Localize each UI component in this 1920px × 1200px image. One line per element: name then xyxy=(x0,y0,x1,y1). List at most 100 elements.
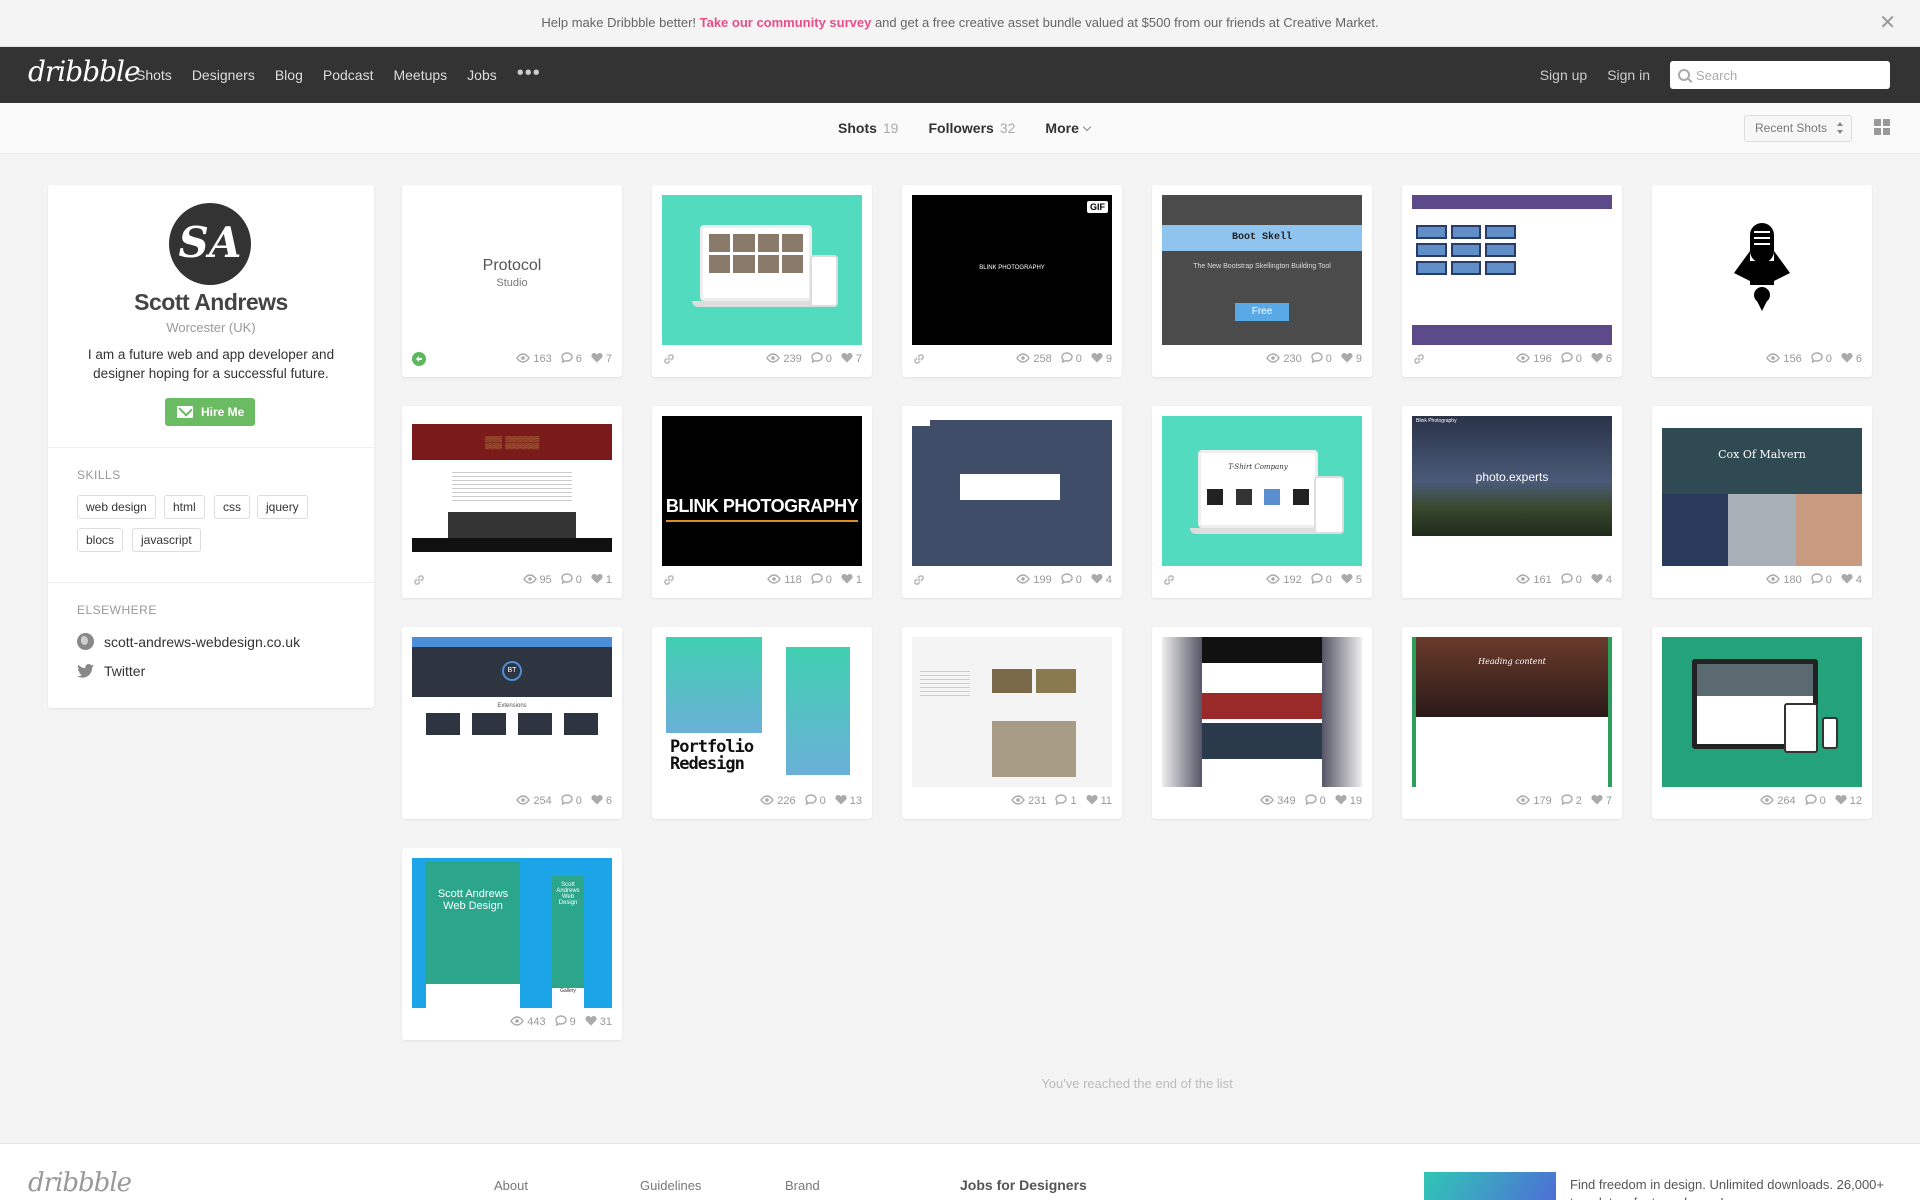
shot-card[interactable]: 199 0 4 xyxy=(902,406,1122,598)
shot-card[interactable]: BLINK PHOTOGRAPHY GIF 258 0 9 xyxy=(902,185,1122,377)
tab-shots[interactable]: Shots 19 xyxy=(838,120,898,136)
shot-thumbnail[interactable]: ▒▒ ▒▒▒▒ xyxy=(412,416,612,566)
nav-podcast[interactable]: Podcast xyxy=(323,67,374,83)
attachment-link-icon[interactable] xyxy=(1412,352,1426,366)
shot-card[interactable]: T-Shirt Company 192 0 5 xyxy=(1152,406,1372,598)
likes-stat[interactable]: 1 xyxy=(591,573,612,587)
attachment-link-icon[interactable] xyxy=(662,352,676,366)
comments-stat[interactable]: 0 xyxy=(1311,352,1332,366)
shot-card[interactable]: Portfolio Redesign 226 0 13 xyxy=(652,627,872,819)
likes-stat[interactable]: 6 xyxy=(1841,352,1862,366)
twitter-link[interactable]: Twitter xyxy=(77,663,145,679)
shot-card[interactable]: 349 0 19 xyxy=(1152,627,1372,819)
comments-stat[interactable]: 0 xyxy=(561,794,582,808)
comments-stat[interactable]: 0 xyxy=(811,352,832,366)
comments-stat[interactable]: 0 xyxy=(804,794,826,808)
shot-card[interactable]: Cox Of Malvern 180 0 4 xyxy=(1652,406,1872,598)
survey-link[interactable]: Take our community survey xyxy=(700,15,872,30)
ad-image[interactable] xyxy=(1424,1172,1556,1200)
comments-stat[interactable]: 0 xyxy=(1561,573,1582,587)
comments-stat[interactable]: 0 xyxy=(1561,352,1582,366)
comments-stat[interactable]: 0 xyxy=(561,573,582,587)
shot-thumbnail[interactable]: Protocol Studio xyxy=(412,195,612,345)
footer-guidelines[interactable]: Guidelines xyxy=(640,1178,701,1193)
shot-thumbnail[interactable]: Cox Of Malvern xyxy=(1662,416,1862,566)
comments-stat[interactable]: 0 xyxy=(811,573,832,587)
avatar[interactable]: SA xyxy=(169,203,251,285)
shot-card[interactable]: Protocol Studio 163 6 7 xyxy=(402,185,622,377)
nav-meetups[interactable]: Meetups xyxy=(393,67,447,83)
comments-stat[interactable]: 0 xyxy=(1811,352,1832,366)
comments-stat[interactable]: 0 xyxy=(1061,352,1082,366)
comments-stat[interactable]: 0 xyxy=(1804,794,1826,808)
shot-thumbnail[interactable] xyxy=(1412,195,1612,345)
search-input[interactable] xyxy=(1696,67,1886,83)
shot-card[interactable]: Scott Andrews Web Design Scott Andrews W… xyxy=(402,848,622,1040)
shot-card[interactable]: 196 0 6 xyxy=(1402,185,1622,377)
shot-thumbnail[interactable]: BLINK PHOTOGRAPHY xyxy=(662,416,862,566)
footer-about[interactable]: About xyxy=(494,1178,528,1193)
footer-logo[interactable]: dribbble xyxy=(28,1168,132,1198)
grid-view-icon[interactable] xyxy=(1874,119,1890,135)
likes-stat[interactable]: 6 xyxy=(1591,352,1612,366)
shot-thumbnail[interactable] xyxy=(912,416,1112,566)
website-link[interactable]: scott-andrews-webdesign.co.uk xyxy=(77,633,300,650)
comments-stat[interactable]: 6 xyxy=(561,352,582,366)
close-icon[interactable]: ✕ xyxy=(1879,0,1896,46)
attachment-link-icon[interactable] xyxy=(662,573,676,587)
comments-stat[interactable]: 0 xyxy=(1311,573,1332,587)
tab-followers[interactable]: Followers 32 xyxy=(928,120,1015,136)
shot-thumbnail[interactable] xyxy=(912,637,1112,787)
footer-brand[interactable]: Brand xyxy=(785,1178,820,1193)
likes-stat[interactable]: 7 xyxy=(841,352,862,366)
sign-up-link[interactable]: Sign up xyxy=(1540,67,1587,83)
footer-jobs[interactable]: Jobs for Designers xyxy=(960,1177,1087,1193)
shot-card[interactable]: BLINK PHOTOGRAPHY 118 0 1 xyxy=(652,406,872,598)
ad-text[interactable]: Find freedom in design. Unlimited downlo… xyxy=(1570,1176,1900,1200)
likes-stat[interactable]: 5 xyxy=(1341,573,1362,587)
shot-card[interactable]: Blink Photography photo.experts 161 0 4 xyxy=(1402,406,1622,598)
skill-tag[interactable]: jquery xyxy=(257,495,308,519)
likes-stat[interactable]: 9 xyxy=(1091,352,1112,366)
shot-thumbnail[interactable]: Portfolio Redesign xyxy=(662,637,862,787)
shot-card[interactable]: 264 0 12 xyxy=(1652,627,1872,819)
shot-card[interactable]: ▒▒ ▒▒▒▒ 95 0 1 xyxy=(402,406,622,598)
attachment-link-icon[interactable] xyxy=(412,573,426,587)
likes-stat[interactable]: 13 xyxy=(835,794,862,808)
skill-tag[interactable]: javascript xyxy=(132,528,201,552)
nav-blog[interactable]: Blog xyxy=(275,67,303,83)
shot-card[interactable]: Boot Skell The New Bootstrap Skellington… xyxy=(1152,185,1372,377)
sort-select[interactable]: Recent Shots xyxy=(1744,115,1852,142)
shot-thumbnail[interactable]: Blink Photography photo.experts xyxy=(1412,416,1612,566)
shot-thumbnail[interactable] xyxy=(1662,637,1862,787)
comments-stat[interactable]: 9 xyxy=(554,1015,576,1029)
attachment-link-icon[interactable] xyxy=(1162,573,1176,587)
likes-stat[interactable]: 11 xyxy=(1086,794,1112,808)
comments-stat[interactable]: 0 xyxy=(1811,573,1832,587)
shot-thumbnail[interactable]: Boot Skell The New Bootstrap Skellington… xyxy=(1162,195,1362,345)
comments-stat[interactable]: 1 xyxy=(1055,794,1077,808)
likes-stat[interactable]: 7 xyxy=(1591,794,1612,808)
likes-stat[interactable]: 9 xyxy=(1341,352,1362,366)
likes-stat[interactable]: 4 xyxy=(1841,573,1862,587)
comments-stat[interactable]: 2 xyxy=(1561,794,1582,808)
shot-thumbnail[interactable]: BLINK PHOTOGRAPHY GIF xyxy=(912,195,1112,345)
shot-card[interactable]: BT Extensions 254 0 6 xyxy=(402,627,622,819)
nav-shots[interactable]: Shots xyxy=(136,67,172,83)
shot-card[interactable]: 239 0 7 xyxy=(652,185,872,377)
skill-tag[interactable]: html xyxy=(164,495,205,519)
dribbble-logo[interactable]: dribbble xyxy=(28,55,141,88)
shot-thumbnail[interactable] xyxy=(662,195,862,345)
likes-stat[interactable]: 4 xyxy=(1091,573,1112,587)
skill-tag[interactable]: blocs xyxy=(77,528,124,552)
nav-designers[interactable]: Designers xyxy=(192,67,255,83)
likes-stat[interactable]: 31 xyxy=(585,1015,612,1029)
attachment-link-icon[interactable] xyxy=(912,352,926,366)
likes-stat[interactable]: 1 xyxy=(841,573,862,587)
attachment-link-icon[interactable] xyxy=(912,573,926,587)
shot-thumbnail[interactable]: Heading content xyxy=(1412,637,1612,787)
likes-stat[interactable]: 4 xyxy=(1591,573,1612,587)
shot-thumbnail[interactable]: BT Extensions xyxy=(412,637,612,787)
more-dots-icon[interactable]: ••• xyxy=(517,62,541,85)
shot-card[interactable]: 231 1 11 xyxy=(902,627,1122,819)
